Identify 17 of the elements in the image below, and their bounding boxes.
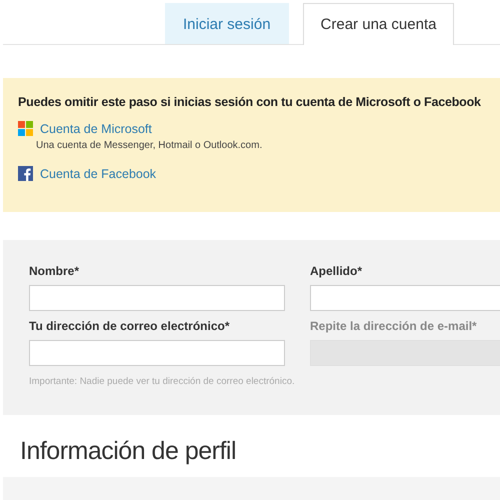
account-link[interactable]: Cuenta de Facebook <box>40 166 156 180</box>
input-field[interactable] <box>310 285 500 311</box>
facebook-f-icon <box>18 166 33 181</box>
field-label: Nombre* <box>29 264 80 278</box>
privacy-note: Importante: Nadie puede ver tu dirección de correo electrónico. <box>29 376 296 387</box>
tab[interactable]: Iniciar sesión <box>165 3 289 44</box>
section-title: Información de perfil <box>20 437 238 466</box>
account-link[interactable]: Cuenta de Microsoft <box>40 122 152 136</box>
input-field[interactable] <box>29 340 285 366</box>
account-description: Una cuenta de Messenger, Hotmail o Outlook.com. <box>36 140 264 151</box>
field-label: Apellido* <box>310 264 364 278</box>
field-label: Tu dirección de correo electrónico* <box>29 319 230 333</box>
tab[interactable]: Crear una cuenta <box>302 3 454 45</box>
field-label: Repite la dirección de e-mail* <box>310 319 478 333</box>
input-field[interactable] <box>29 285 285 311</box>
four-squares-icon <box>18 121 33 136</box>
notice-heading: Puedes omitir este paso si inicias sesión con tu cuenta de Microsoft o Facebook <box>18 95 482 109</box>
